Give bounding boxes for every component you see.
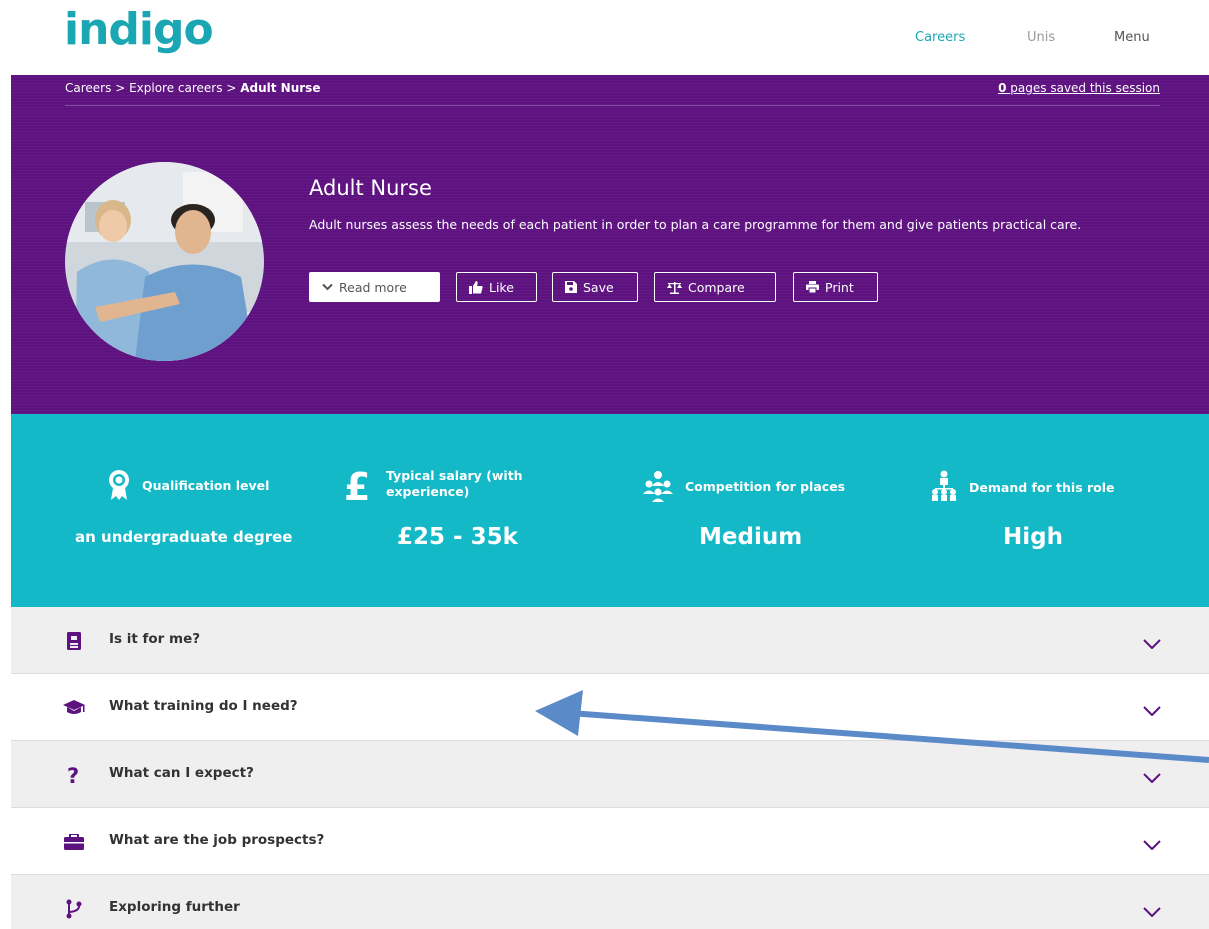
chevron-down-icon <box>322 283 333 291</box>
stat-salary-label-line1: Typical salary (with <box>386 468 523 483</box>
breadcrumb-explore-careers[interactable]: Explore careers <box>129 81 222 95</box>
breadcrumb-current: Adult Nurse <box>240 81 321 95</box>
printer-icon <box>806 281 819 293</box>
accordion-job-prospects[interactable]: What are the job prospects? <box>11 808 1209 875</box>
stat-salary-label-line2: experience) <box>386 484 470 499</box>
chevron-down-icon[interactable] <box>1143 701 1161 720</box>
breadcrumb-separator: > <box>115 81 126 95</box>
stat-competition-label: Competition for places <box>685 478 846 494</box>
accordion-is-it-for-me[interactable]: Is it for me? <box>11 607 1209 674</box>
briefcase-icon <box>63 832 85 852</box>
chevron-down-icon[interactable] <box>1143 634 1161 653</box>
saved-pages-count: 0 <box>998 81 1007 95</box>
career-stats: Qualification level an undergraduate deg… <box>11 414 1209 607</box>
graduation-cap-icon <box>63 698 85 718</box>
thumbs-up-icon <box>469 280 483 294</box>
nav-careers-link[interactable]: Careers <box>915 30 965 45</box>
stat-salary-header: £ Typical salary (with experience) <box>344 468 523 504</box>
save-button[interactable]: Save <box>552 272 638 302</box>
stat-qualification-header: Qualification level <box>108 470 269 500</box>
accordion-label: What training do I need? <box>109 698 298 714</box>
accordion-what-training[interactable]: What training do I need? <box>11 674 1209 741</box>
stat-competition-value: Medium <box>699 524 803 550</box>
balance-scale-icon <box>667 281 682 294</box>
question-icon: ? <box>63 765 85 785</box>
chevron-down-icon[interactable] <box>1143 835 1161 854</box>
svg-text:?: ? <box>67 765 79 785</box>
like-label: Like <box>489 279 514 295</box>
accordion-label: Is it for me? <box>109 631 201 647</box>
accordion-exploring-further[interactable]: Exploring further <box>11 875 1209 929</box>
accordion-label: Exploring further <box>109 899 240 915</box>
stat-competition-header: Competition for places <box>641 470 845 502</box>
stat-qualification-value: an undergraduate degree <box>75 528 293 546</box>
breadcrumb-careers[interactable]: Careers <box>65 81 111 95</box>
print-label: Print <box>825 279 854 295</box>
career-description: Adult nurses assess the needs of each pa… <box>309 217 1082 232</box>
id-badge-icon <box>63 631 85 651</box>
breadcrumb-separator: > <box>226 81 237 95</box>
like-button[interactable]: Like <box>456 272 537 302</box>
accordion-label: What can I expect? <box>109 765 254 781</box>
chevron-down-icon[interactable] <box>1143 768 1161 787</box>
read-more-label: Read more <box>339 279 407 295</box>
stat-qualification-label: Qualification level <box>142 477 270 493</box>
career-hero: Careers > Explore careers > Adult Nurse … <box>11 75 1209 414</box>
site-header: indigo Careers Unis Menu <box>0 0 1209 75</box>
nav-unis-link[interactable]: Unis <box>1027 30 1055 45</box>
career-photo <box>65 162 264 361</box>
branch-icon <box>63 899 85 919</box>
accordion-what-to-expect[interactable]: ? What can I expect? <box>11 741 1209 808</box>
compare-button[interactable]: Compare <box>654 272 776 302</box>
save-label: Save <box>583 279 614 295</box>
accordion-label: What are the job prospects? <box>109 832 325 848</box>
print-button[interactable]: Print <box>793 272 878 302</box>
stat-demand-header: Demand for this role <box>931 470 1115 504</box>
site-logo[interactable]: indigo <box>64 4 214 55</box>
stat-demand-value: High <box>1003 524 1063 550</box>
saved-pages-link[interactable]: 0 pages saved this session <box>998 81 1160 95</box>
breadcrumb: Careers > Explore careers > Adult Nurse <box>65 81 320 95</box>
read-more-button[interactable]: Read more <box>309 272 440 302</box>
career-title: Adult Nurse <box>309 176 432 200</box>
stat-salary-value: £25 - 35k <box>397 524 518 550</box>
stat-demand-label: Demand for this role <box>969 479 1115 495</box>
nav-menu-link[interactable]: Menu <box>1114 30 1150 45</box>
chevron-down-icon[interactable] <box>1143 902 1161 921</box>
org-chart-icon <box>931 470 957 504</box>
floppy-disk-icon <box>565 281 577 293</box>
breadcrumb-divider <box>65 105 1160 106</box>
pound-icon: £ <box>344 468 380 504</box>
svg-text:£: £ <box>344 468 370 504</box>
award-icon <box>108 470 130 500</box>
saved-pages-text: pages saved this session <box>1010 81 1160 95</box>
compare-label: Compare <box>688 279 745 295</box>
people-group-icon <box>641 470 675 502</box>
